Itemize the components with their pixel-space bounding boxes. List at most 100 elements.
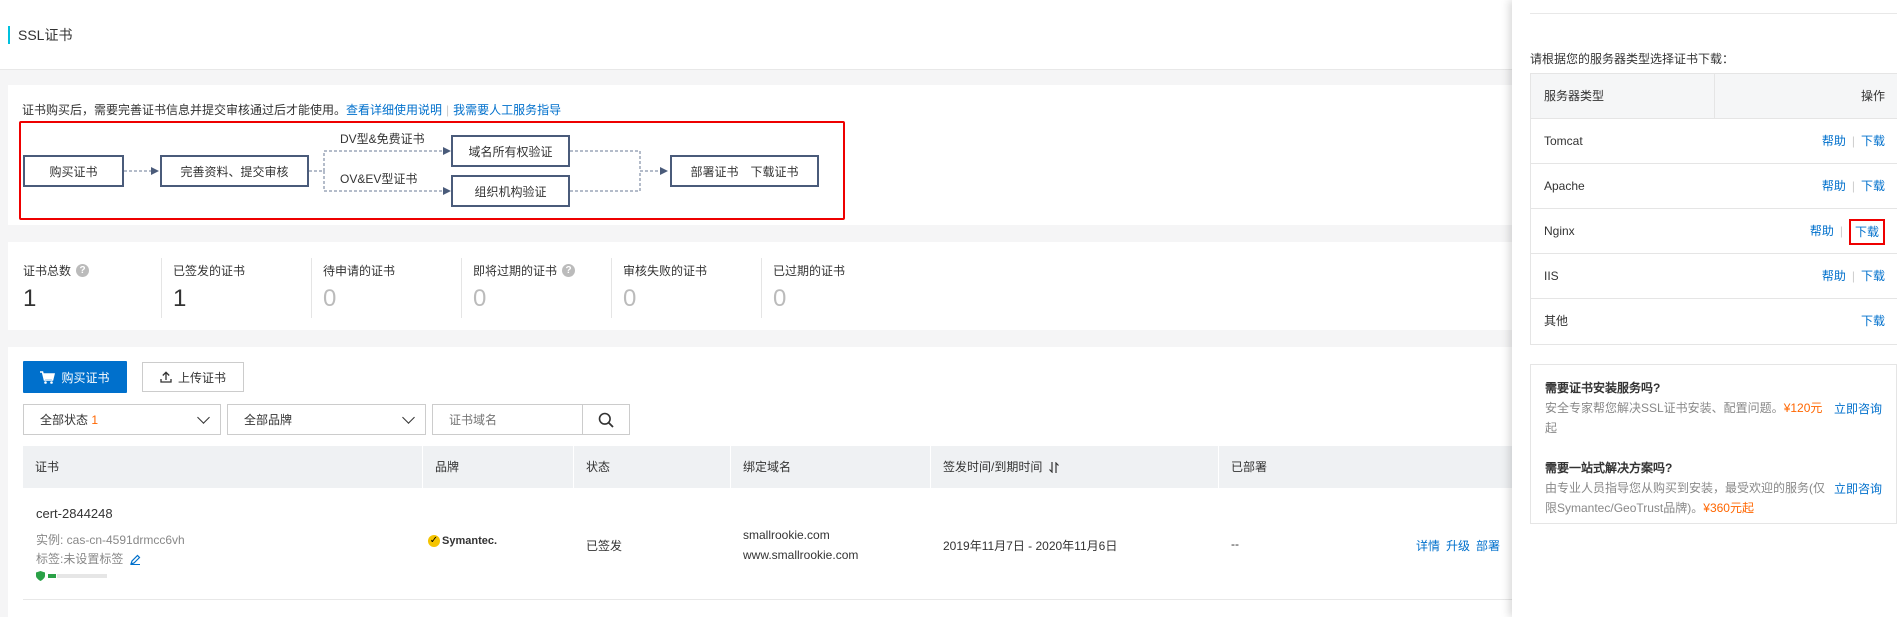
server-type-name: Apache (1544, 179, 1585, 193)
stat-value[interactable]: 1 (173, 285, 323, 313)
cert-status: 已签发 (586, 539, 623, 553)
stat-label: 即将过期的证书? (473, 262, 623, 279)
flow-dv-label: DV型&免费证书 (340, 132, 425, 146)
brand-select[interactable]: 全部品牌 (227, 404, 426, 435)
download-link[interactable]: 下载 (1861, 299, 1885, 344)
detail-link[interactable]: 详情 (1416, 537, 1440, 554)
panel-divider (1530, 13, 1897, 14)
help-link[interactable]: 帮助 (1822, 254, 1846, 299)
help-link[interactable]: 帮助 (1822, 164, 1846, 209)
flow-step-deploy: 部署证书 下载证书 (670, 155, 819, 187)
domain-search-input[interactable] (432, 404, 582, 435)
stat-divider (311, 258, 312, 318)
stat-label: 已过期的证书 (773, 262, 923, 279)
stat-label: 审核失败的证书 (623, 262, 773, 279)
service-box: 需要证书安装服务吗? 安全专家帮您解决SSL证书安装、配置问题。¥120元起 立… (1530, 364, 1897, 524)
col-brand: 品牌 (423, 446, 574, 488)
help-link[interactable]: 帮助 (1810, 209, 1834, 254)
help-link[interactable]: 帮助 (1822, 119, 1846, 164)
server-type-name: Nginx (1544, 224, 1575, 238)
flow-step-submit: 完善资料、提交审核 (160, 155, 309, 187)
header-divider (1714, 74, 1715, 119)
download-link[interactable]: 下载 (1861, 119, 1885, 164)
cart-icon (40, 370, 56, 384)
solution-desc-text: 由专业人员指导您从购买到安装，最受欢迎的服务(仅限Symantec/GeoTru… (1545, 481, 1825, 515)
col-cert: 证书 (23, 446, 423, 488)
solution-consult-link[interactable]: 立即咨询 (1834, 480, 1882, 497)
cert-tag-text: 标签:未设置标签 (36, 552, 124, 566)
download-link[interactable]: 下载 (1861, 254, 1885, 299)
bound-domain-2: www.smallrookie.com (743, 548, 859, 562)
download-link[interactable]: 下载 (1848, 218, 1885, 245)
link-separator: | (1851, 269, 1855, 283)
install-service-price: ¥120元 (1783, 401, 1823, 415)
stat-value[interactable]: 0 (473, 285, 623, 313)
stat-divider (461, 258, 462, 318)
solution-title: 需要一站式解决方案吗? (1545, 461, 1673, 475)
stat-item: 待申请的证书 0 (323, 262, 473, 322)
stat-item: 审核失败的证书 0 (623, 262, 773, 322)
col-status: 状态 (574, 446, 731, 488)
upload-cert-button[interactable]: 上传证书 (142, 362, 244, 392)
server-ops: 帮助 | 下载 (1822, 254, 1885, 299)
server-type-name: 其他 (1544, 314, 1569, 328)
sort-icon (1048, 461, 1059, 474)
server-row: IIS 帮助 | 下载 (1531, 254, 1897, 299)
server-row: Tomcat 帮助 | 下载 (1531, 119, 1897, 164)
stat-divider (611, 258, 612, 318)
chevron-down-icon (402, 411, 415, 424)
server-row: Nginx 帮助 | 下载 (1531, 209, 1897, 254)
deploy-link[interactable]: 部署 (1476, 537, 1500, 554)
status-select-value: 全部状态 (40, 413, 89, 427)
stat-divider (161, 258, 162, 318)
upload-cert-label: 上传证书 (177, 370, 226, 385)
status-select[interactable]: 全部状态 1 (23, 404, 221, 435)
link-separator: | (1839, 224, 1843, 238)
col-ops: 操作 (1860, 89, 1885, 103)
bound-domain-1: smallrookie.com (743, 528, 830, 542)
flow-step-org: 组织机构验证 (451, 175, 570, 207)
help-icon[interactable]: ? (76, 264, 90, 277)
link-separator: | (1851, 134, 1855, 148)
stat-label-text: 待申请的证书 (323, 264, 396, 278)
checkmark-icon: ✓ (428, 535, 440, 547)
buy-cert-button[interactable]: 购买证书 (23, 361, 127, 393)
stat-value[interactable]: 1 (23, 285, 173, 313)
stat-item: 即将过期的证书? 0 (473, 262, 623, 322)
stat-value[interactable]: 0 (773, 285, 923, 313)
server-row: 其他 下载 (1531, 299, 1897, 344)
upgrade-link[interactable]: 升级 (1446, 537, 1470, 554)
download-link[interactable]: 下载 (1861, 164, 1885, 209)
col-dates-label: 签发时间/到期时间 (943, 460, 1043, 474)
stat-label: 已签发的证书 (173, 262, 323, 279)
install-consult-link[interactable]: 立即咨询 (1834, 400, 1882, 417)
download-panel: 请根据您的服务器类型选择证书下载： 服务器类型 操作 Tomcat 帮助 | 下载 Ap… (1512, 0, 1897, 617)
stat-value[interactable]: 0 (623, 285, 773, 313)
server-ops: 帮助 | 下载 (1822, 119, 1885, 164)
stat-item: 已过期的证书 0 (773, 262, 923, 322)
cert-dates: 2019年11月7日 - 2020年11月6日 (943, 539, 1118, 553)
stat-divider (761, 258, 762, 318)
search-icon (598, 412, 614, 428)
brand-name: Symantec. (442, 535, 498, 547)
col-domain: 绑定域名 (731, 446, 931, 488)
help-icon[interactable]: ? (562, 264, 576, 277)
server-table-header: 服务器类型 操作 (1531, 74, 1897, 119)
install-service-desc-text: 安全专家帮您解决SSL证书安装、配置问题。 (1545, 401, 1784, 415)
stat-label: 证书总数? (23, 262, 173, 279)
server-type-name: Tomcat (1544, 134, 1583, 148)
stat-value[interactable]: 0 (323, 285, 473, 313)
cert-instance: 实例: cas-cn-4591drmcc6vh (36, 533, 185, 547)
table-row: cert-2844248 实例: cas-cn-4591drmcc6vh 标签:… (23, 488, 1515, 600)
col-dates[interactable]: 签发时间/到期时间 (931, 446, 1219, 488)
server-type-table: 服务器类型 操作 Tomcat 帮助 | 下载 Apache 帮助 | 下载 Nginx 帮助 | 下… (1530, 73, 1897, 345)
install-service-desc: 安全专家帮您解决SSL证书安装、配置问题。¥120元起 (1545, 398, 1825, 438)
col-server-type: 服务器类型 (1544, 89, 1605, 103)
stat-item: 已签发的证书 1 (173, 262, 323, 322)
link-separator: | (1851, 179, 1855, 193)
edit-icon[interactable] (129, 554, 141, 566)
search-button[interactable] (582, 404, 630, 435)
flow-step-domain: 域名所有权验证 (451, 135, 570, 167)
brand-select-value: 全部品牌 (244, 413, 293, 427)
buy-cert-label: 购买证书 (61, 370, 110, 385)
